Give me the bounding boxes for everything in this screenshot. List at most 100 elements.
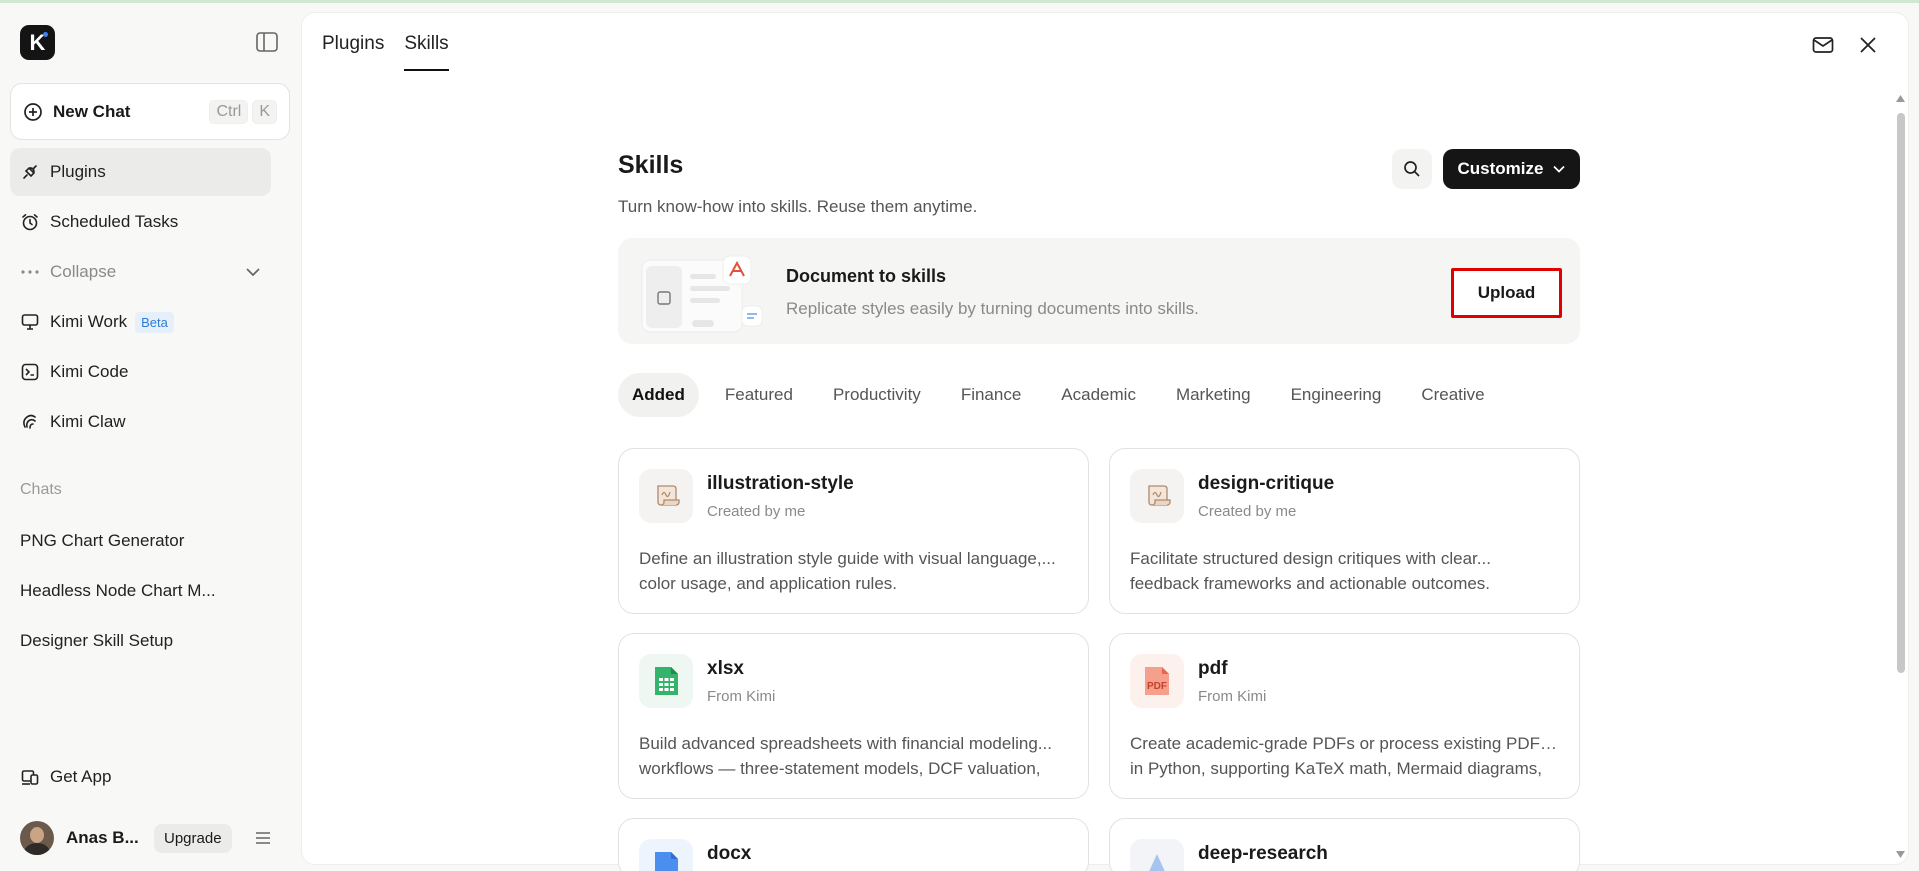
sidebar-item-kimi-code[interactable]: Kimi Code — [10, 348, 271, 396]
scroll-down-arrow-icon[interactable] — [1896, 851, 1905, 858]
search-icon — [1404, 161, 1420, 177]
page-title: Skills — [618, 151, 684, 179]
sidebar: K New Chat Ctrl K Plugins Scheduled Task… — [0, 3, 301, 871]
shortcut-k: K — [252, 99, 277, 124]
sidebar-item-label: Scheduled Tasks — [50, 212, 179, 231]
user-profile-row: Anas B... Upgrade — [20, 820, 280, 856]
device-icon — [20, 767, 40, 787]
chevron-down-icon — [1553, 165, 1566, 173]
word-doc-icon — [639, 839, 693, 871]
chat-item[interactable]: PNG Chart Generator — [20, 531, 220, 551]
category-tab-featured[interactable]: Featured — [711, 373, 807, 417]
upload-button[interactable]: Upload — [1451, 268, 1562, 318]
category-tab-marketing[interactable]: Marketing — [1162, 373, 1265, 417]
page-subtitle: Turn know-how into skills. Reuse them an… — [618, 197, 978, 216]
skill-title: pdf — [1198, 658, 1228, 679]
research-icon — [1130, 839, 1184, 871]
tab-skills[interactable]: Skills — [404, 33, 449, 71]
skill-description-line: Define an illustration style guide with … — [639, 549, 1056, 568]
sidebar-item-label: Kimi Claw — [50, 412, 126, 431]
scroll-icon — [1130, 469, 1184, 523]
get-app-label: Get App — [50, 767, 112, 786]
customize-button[interactable]: Customize — [1443, 149, 1580, 189]
logo-dot — [43, 32, 48, 37]
skill-description: Facilitate structured design critiques w… — [1130, 546, 1559, 596]
document-to-skills-banner: Document to skills Replicate styles easi… — [618, 238, 1580, 344]
category-tab-engineering[interactable]: Engineering — [1277, 373, 1396, 417]
search-button[interactable] — [1392, 149, 1432, 189]
skill-card-deep-research[interactable]: deep-research — [1109, 818, 1580, 871]
chat-item[interactable]: Headless Node Chart M... — [20, 581, 220, 601]
skill-description: Build advanced spreadsheets with financi… — [639, 731, 1068, 781]
avatar[interactable] — [20, 821, 54, 855]
skill-card-design-critique[interactable]: design-critique Created by me Facilitate… — [1109, 448, 1580, 614]
banner-title: Document to skills — [786, 266, 947, 286]
mail-icon[interactable] — [1812, 35, 1834, 55]
document-illustration-icon — [641, 255, 763, 333]
beta-badge: Beta — [135, 311, 174, 333]
scroll-up-arrow-icon[interactable] — [1896, 95, 1905, 102]
sidebar-toggle-icon[interactable] — [256, 32, 278, 52]
sidebar-item-kimi-claw[interactable]: Kimi Claw — [10, 398, 271, 446]
menu-icon[interactable] — [254, 830, 272, 846]
skill-title: docx — [707, 843, 752, 864]
skill-card-xlsx[interactable]: xlsx From Kimi Build advanced spreadshee… — [618, 633, 1089, 799]
user-name[interactable]: Anas B... — [66, 828, 146, 848]
more-dots-icon — [20, 262, 40, 282]
sidebar-item-label: Plugins — [50, 162, 106, 181]
skill-description-line: Facilitate structured design critiques w… — [1130, 549, 1491, 568]
pdf-icon-text: PDF — [1147, 681, 1167, 692]
skill-card-pdf[interactable]: PDF pdf From Kimi Create academic-grade … — [1109, 633, 1580, 799]
plug-icon — [20, 162, 40, 182]
main-panel: Plugins Skills Skills Turn know-how into… — [301, 12, 1909, 871]
skill-source: From Kimi — [707, 688, 776, 705]
skill-card-illustration-style[interactable]: illustration-style Created by me Define … — [618, 448, 1089, 614]
sidebar-item-label: Collapse — [50, 262, 117, 281]
skill-source: From Kimi — [1198, 688, 1267, 705]
new-chat-icon — [24, 102, 42, 121]
tab-plugins[interactable]: Plugins — [322, 33, 384, 71]
chevron-down-icon — [246, 268, 260, 277]
category-tabs: Added Featured Productivity Finance Acad… — [618, 373, 1511, 417]
skill-title: design-critique — [1198, 473, 1335, 494]
chat-item[interactable]: Designer Skill Setup — [20, 631, 220, 651]
sidebar-item-scheduled-tasks[interactable]: Scheduled Tasks — [10, 198, 271, 246]
spreadsheet-icon — [639, 654, 693, 708]
skill-description: Create academic-grade PDFs or process ex… — [1130, 731, 1559, 781]
new-chat-label: New Chat — [53, 101, 131, 121]
chats-section-label: Chats — [20, 481, 62, 498]
close-icon[interactable] — [1858, 35, 1878, 55]
scrollbar-thumb[interactable] — [1897, 113, 1905, 673]
skill-description-line: Build advanced spreadsheets with financi… — [639, 734, 1052, 753]
category-tab-academic[interactable]: Academic — [1047, 373, 1150, 417]
skill-description-line: workflows — three-statement models, DCF … — [639, 759, 1041, 778]
skill-source: Created by me — [1198, 503, 1297, 520]
header-actions — [1812, 35, 1878, 55]
scrollbar[interactable] — [1894, 83, 1908, 863]
sidebar-item-kimi-work[interactable]: Kimi Work Beta — [10, 298, 271, 346]
monitor-icon — [20, 312, 40, 332]
skill-source: Created by me — [707, 503, 806, 520]
shortcut-ctrl: Ctrl — [209, 99, 249, 124]
upgrade-button[interactable]: Upgrade — [154, 823, 232, 853]
sidebar-item-collapse[interactable]: Collapse — [10, 248, 271, 296]
skill-description-line: Create academic-grade PDFs or process ex… — [1130, 734, 1559, 753]
skill-card-docx[interactable]: docx — [618, 818, 1089, 871]
skill-title: deep-research — [1198, 843, 1328, 864]
new-chat-button[interactable]: New Chat Ctrl K — [10, 83, 290, 140]
category-tab-productivity[interactable]: Productivity — [819, 373, 935, 417]
terminal-icon — [20, 362, 40, 382]
skill-description: Define an illustration style guide with … — [639, 546, 1068, 596]
kimi-logo[interactable]: K — [20, 25, 55, 60]
category-tab-added[interactable]: Added — [618, 373, 699, 417]
category-tab-finance[interactable]: Finance — [947, 373, 1035, 417]
banner-description: Replicate styles easily by turning docum… — [786, 299, 1199, 318]
sidebar-item-label: Kimi Code — [50, 362, 129, 381]
header-tabs: Plugins Skills — [322, 33, 449, 71]
claw-icon — [20, 412, 40, 432]
sidebar-item-label: Kimi Work — [50, 312, 128, 331]
category-tab-creative[interactable]: Creative — [1407, 373, 1498, 417]
skill-description-line: feedback frameworks and actionable outco… — [1130, 574, 1491, 593]
sidebar-item-plugins[interactable]: Plugins — [10, 148, 271, 196]
get-app-button[interactable]: Get App — [10, 753, 271, 801]
